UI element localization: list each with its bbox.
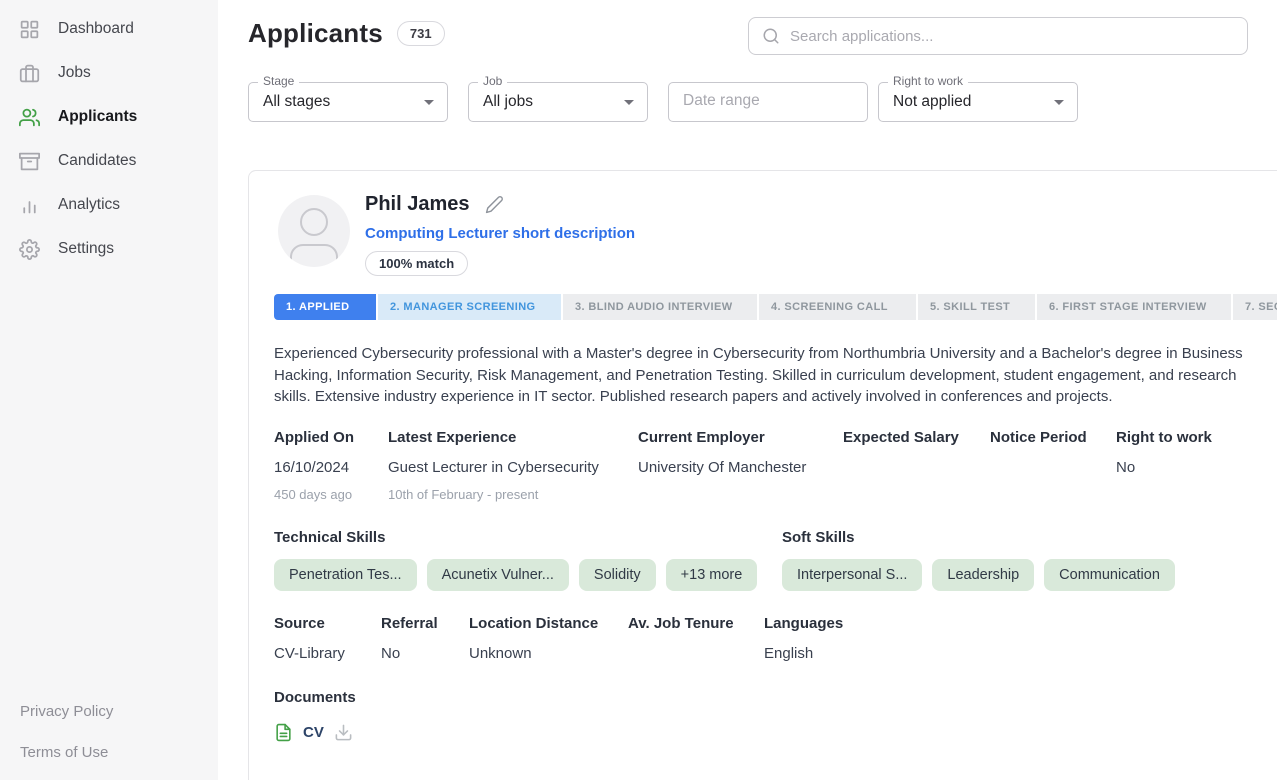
stage-progress-bar: 1. APPLIED 2. MANAGER SCREENING 3. BLIND… [274,294,1277,320]
soft-skills-group: Soft Skills Interpersonal S... Leadershi… [782,529,1175,591]
date-range-filter[interactable] [668,82,868,122]
archive-box-icon [19,151,40,172]
skill-chip[interactable]: Solidity [579,559,656,591]
description-line: skills. Extensive industry experience in… [274,386,1243,408]
sidebar-item-applicants[interactable]: Applicants [0,95,218,139]
sidebar-item-analytics[interactable]: Analytics [0,183,218,227]
description-line: Experienced Cybersecurity professional w… [274,343,1243,365]
sidebar-item-label: Settings [58,240,114,258]
applicant-name: Phil James [365,193,470,216]
stage-pill-screening-call[interactable]: 4. SCREENING CALL [759,294,916,320]
field-applied-on: Applied On 16/10/2024 450 days ago [274,429,354,502]
job-filter-label: Job [478,74,507,88]
applicant-count-badge: 731 [397,21,445,46]
page-title: Applicants [248,18,383,49]
skill-chip[interactable]: Communication [1044,559,1175,591]
stage-pill-applied[interactable]: 1. APPLIED [274,294,376,320]
technical-skills-group: Technical Skills Penetration Tes... Acun… [274,529,757,591]
stage-pill-second-stage-interview[interactable]: 7. SECOND STAGE INTERVIEW [1233,294,1277,320]
person-placeholder-icon [278,195,350,267]
terms-of-use-link[interactable]: Terms of Use [20,744,108,761]
chevron-down-icon [1054,100,1064,105]
field-referral: Referral No [381,615,438,663]
sidebar-item-jobs[interactable]: Jobs [0,51,218,95]
meta-fields-row: Source CV-Library Referral No Location D… [274,615,1074,671]
more-skills-chip[interactable]: +13 more [666,559,758,591]
stage-filter-value: All stages [263,93,330,111]
field-av-job-tenure: Av. Job Tenure [628,615,734,663]
chevron-down-icon [624,100,634,105]
field-notice-period: Notice Period [990,429,1087,487]
right-to-work-filter-value: Not applied [893,93,971,111]
stage-pill-skill-test[interactable]: 5. SKILL TEST [918,294,1035,320]
field-languages: Languages English [764,615,843,663]
skill-chip[interactable]: Acunetix Vulner... [427,559,569,591]
search-box[interactable] [748,17,1248,55]
field-location-distance: Location Distance Unknown [469,615,598,663]
description-line: Hacking, Information Security, Risk Mana… [274,365,1243,387]
documents-title: Documents [274,689,356,706]
document-item: CV [274,723,356,742]
sidebar-item-settings[interactable]: Settings [0,227,218,271]
documents-section: Documents CV [274,689,356,742]
sidebar-nav: Dashboard Jobs Applicants Candidate [0,0,218,271]
soft-skills-title: Soft Skills [782,529,1175,546]
field-right-to-work: Right to work No [1116,429,1212,487]
search-input[interactable] [790,28,1234,45]
page-header: Applicants 731 [248,18,445,49]
field-expected-salary: Expected Salary [843,429,959,487]
sidebar-item-label: Dashboard [58,20,134,38]
privacy-policy-link[interactable]: Privacy Policy [20,703,113,720]
applicant-head: Phil James Computing Lecturer short desc… [365,193,635,276]
job-filter-select[interactable]: Job All jobs [468,82,648,122]
chevron-down-icon [424,100,434,105]
download-icon[interactable] [334,723,353,742]
sidebar-item-label: Analytics [58,196,120,214]
edit-pencil-icon[interactable] [485,195,504,214]
skill-chip[interactable]: Interpersonal S... [782,559,922,591]
skill-chip[interactable]: Penetration Tes... [274,559,417,591]
skill-chip[interactable]: Leadership [932,559,1034,591]
stage-filter-select[interactable]: Stage All stages [248,82,448,122]
sidebar-item-candidates[interactable]: Candidates [0,139,218,183]
applicant-fields-row: Applied On 16/10/2024 450 days ago Lates… [274,429,1277,511]
bar-chart-icon [19,195,40,216]
match-badge: 100% match [365,251,468,276]
document-name-link[interactable]: CV [303,724,324,741]
right-to-work-filter-select[interactable]: Right to work Not applied [878,82,1078,122]
technical-skills-title: Technical Skills [274,529,757,546]
avatar [278,195,350,267]
field-source: Source CV-Library [274,615,345,663]
people-icon [19,107,40,128]
right-to-work-filter-label: Right to work [888,74,968,88]
field-latest-experience: Latest Experience Guest Lecturer in Cybe… [388,429,599,502]
stage-pill-manager-screening[interactable]: 2. MANAGER SCREENING [378,294,561,320]
sidebar-item-label: Applicants [58,108,137,126]
sidebar: Dashboard Jobs Applicants Candidate [0,0,218,780]
applicant-card: Phil James Computing Lecturer short desc… [248,170,1277,780]
applicant-description: Experienced Cybersecurity professional w… [274,343,1243,408]
job-filter-value: All jobs [483,93,533,111]
stage-pill-first-stage-interview[interactable]: 6. FIRST STAGE INTERVIEW [1037,294,1231,320]
stage-filter-label: Stage [258,74,299,88]
field-current-employer: Current Employer University Of Mancheste… [638,429,806,487]
sidebar-item-dashboard[interactable]: Dashboard [0,7,218,51]
stage-pill-blind-audio-interview[interactable]: 3. BLIND AUDIO INTERVIEW [563,294,757,320]
job-description-link[interactable]: Computing Lecturer short description [365,225,635,242]
skills-section: Technical Skills Penetration Tes... Acun… [274,529,1274,601]
sidebar-item-label: Jobs [58,64,91,82]
briefcase-icon [19,63,40,84]
date-range-input[interactable] [683,92,853,110]
search-icon [762,27,780,45]
sidebar-item-label: Candidates [58,152,136,170]
dashboard-grid-icon [19,19,40,40]
gear-icon [19,239,40,260]
document-file-icon [274,723,293,742]
